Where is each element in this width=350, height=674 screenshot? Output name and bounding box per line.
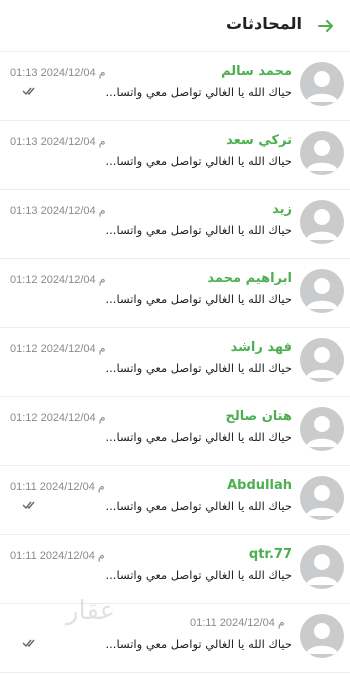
back-button[interactable] [314,14,338,38]
avatar [300,476,344,520]
user-icon [306,140,338,171]
timestamp: 01:13 2024/12/04 م [10,205,106,217]
conversation-row[interactable]: فهد راشد حياك الله يا الغالي تواصل معي و… [0,328,350,397]
contact-name: فهد راشد [230,340,292,355]
user-icon [306,209,338,240]
contact-name: ابراهيم محمد [207,271,292,286]
timestamp: 01:12 2024/12/04 م [10,412,106,424]
contact-name: زيد [272,202,292,217]
page-title: المحادثات [225,14,302,33]
double-check-icon [22,639,35,648]
conversation-row[interactable]: محمد سالم حياك الله يا الغالي تواصل معي … [0,52,350,121]
contact-name: تركي سعد [226,133,292,148]
user-icon [306,623,338,654]
user-icon [306,416,338,447]
user-icon [306,554,338,585]
timestamp: 01:12 2024/12/04 م [10,343,106,355]
message-preview: حياك الله يا الغالي تواصل معي واتسا... [105,361,293,375]
avatar [300,131,344,175]
avatar [300,338,344,382]
timestamp: 01:12 2024/12/04 م [10,274,106,286]
conversation-list: محمد سالم حياك الله يا الغالي تواصل معي … [0,52,350,673]
message-preview: حياك الله يا الغالي تواصل معي واتسا... [105,223,293,237]
message-preview: حياك الله يا الغالي تواصل معي واتسا... [105,292,293,306]
message-preview: حياك الله يا الغالي تواصل معي واتسا... [105,430,293,444]
conversation-row[interactable]: هتان صالح حياك الله يا الغالي تواصل معي … [0,397,350,466]
timestamp: 01:11 2024/12/04 م [190,617,285,629]
contact-name: هتان صالح [225,409,292,424]
conversation-row[interactable]: ابراهيم محمد حياك الله يا الغالي تواصل م… [0,259,350,328]
message-preview: حياك الله يا الغالي تواصل معي واتسا... [105,568,293,582]
user-icon [306,278,338,309]
avatar [300,407,344,451]
avatar [300,545,344,589]
conversation-row[interactable]: qtr.77 حياك الله يا الغالي تواصل معي وات… [0,535,350,604]
timestamp: 01:11 2024/12/04 م [10,481,105,493]
contact-name: Abdullah [227,478,292,493]
user-icon [306,347,338,378]
conversation-row[interactable]: Abdullah حياك الله يا الغالي تواصل معي و… [0,466,350,535]
avatar [300,269,344,313]
avatar [300,200,344,244]
double-check-icon [22,87,35,96]
app-header: المحادثات [0,0,350,52]
avatar [300,614,344,658]
conversation-row[interactable]: حياك الله يا الغالي تواصل معي واتسا... 0… [0,604,350,673]
user-icon [306,71,338,102]
arrow-right-icon [318,20,333,32]
double-check-icon [22,501,35,510]
contact-name: محمد سالم [221,64,292,79]
message-preview: حياك الله يا الغالي تواصل معي واتسا... [105,637,293,651]
timestamp: 01:13 2024/12/04 م [10,136,106,148]
message-preview: حياك الله يا الغالي تواصل معي واتسا... [105,85,293,99]
user-icon [306,485,338,516]
conversation-row[interactable]: زيد حياك الله يا الغالي تواصل معي واتسا.… [0,190,350,259]
contact-name: qtr.77 [248,547,292,562]
timestamp: 01:13 2024/12/04 م [10,67,106,79]
message-preview: حياك الله يا الغالي تواصل معي واتسا... [105,499,293,513]
timestamp: 01:11 2024/12/04 م [10,550,105,562]
conversation-row[interactable]: تركي سعد حياك الله يا الغالي تواصل معي و… [0,121,350,190]
avatar [300,62,344,106]
message-preview: حياك الله يا الغالي تواصل معي واتسا... [105,154,293,168]
